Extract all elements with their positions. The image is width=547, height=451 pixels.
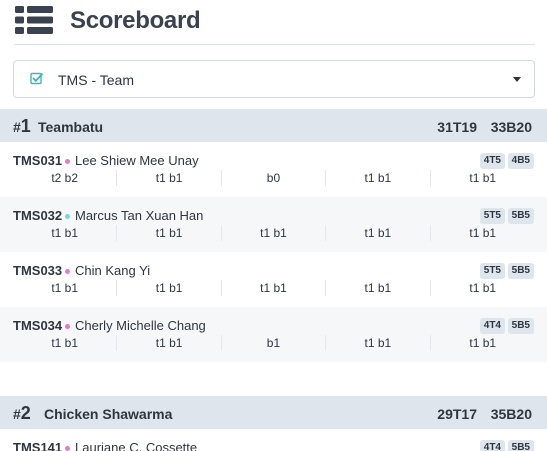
attempt-cell: t1 b1 — [222, 280, 327, 296]
gender-dot-icon — [65, 324, 70, 329]
app-header: Scoreboard — [0, 0, 547, 46]
team-rank: #2 — [13, 403, 31, 423]
attempt-cell: t1 b1 — [469, 226, 497, 240]
attempt-row: t1 b1 t1 b1 t1 b1 t1 b1 t1 b1 — [13, 225, 535, 241]
list-icon[interactable] — [15, 6, 53, 34]
gender-dot-icon — [65, 159, 70, 164]
gender-dot-icon — [65, 446, 70, 451]
attempt-cell: t1 b1 — [117, 225, 222, 241]
attempt-cell: b1 — [222, 335, 327, 351]
player-bonus-badge: 5B5 — [507, 440, 534, 451]
player-name: Chin Kang Yi — [75, 263, 151, 278]
attempt-cell: t1 b1 — [117, 170, 222, 186]
player-row[interactable]: TMS032 Marcus Tan Xuan Han 5T5 5B5 t1 b1… — [0, 197, 547, 252]
attempt-cell: t1 b1 — [117, 335, 222, 351]
player-id: TMS033 — [13, 263, 63, 278]
attempt-cell: t1 b1 — [117, 280, 222, 296]
attempt-row: t1 b1 t1 b1 b1 t1 b1 t1 b1 — [13, 335, 535, 351]
team-bonus-score: 35B20 — [490, 406, 532, 422]
player-name: Lauriane C. Cossette — [75, 440, 198, 451]
attempt-cell: t1 b1 — [326, 225, 431, 241]
team-header[interactable]: #1 Teambatu 31T19 33B20 — [0, 109, 547, 142]
attempt-cell: t1 b1 — [13, 225, 118, 241]
attempt-cell: t1 b1 — [222, 225, 327, 241]
attempt-cell: t1 b1 — [469, 281, 497, 295]
gender-dot-icon — [65, 214, 70, 219]
attempt-cell: t1 b1 — [13, 335, 118, 351]
player-tops-badge: 5T5 — [479, 263, 505, 279]
attempt-cell: t1 b1 — [13, 280, 118, 296]
category-select[interactable]: TMS - Team — [13, 60, 535, 98]
attempt-row: t2 b2 t1 b1 b0 t1 b1 t1 b1 — [13, 170, 535, 186]
player-row[interactable]: TMS031 Lee Shiew Mee Unay 4T5 4B5 t2 b2 … — [0, 142, 547, 197]
player-bonus-badge: 5B5 — [507, 208, 534, 224]
page-title: Scoreboard — [70, 7, 201, 34]
player-tops-badge: 5T5 — [479, 208, 505, 224]
attempt-cell: t1 b1 — [469, 336, 497, 350]
player-name: Cherly Michelle Chang — [75, 318, 206, 333]
attempt-row: t1 b1 t1 b1 t1 b1 t1 b1 t1 b1 — [13, 280, 535, 296]
player-name: Marcus Tan Xuan Han — [75, 208, 204, 223]
attempt-cell: t2 b2 — [13, 170, 118, 186]
attempt-cell: t1 b1 — [326, 335, 431, 351]
player-name: Lee Shiew Mee Unay — [75, 153, 199, 168]
team-tops-score: 31T19 — [437, 119, 477, 135]
player-bonus-badge: 5B5 — [507, 263, 534, 279]
player-tops-badge: 4T4 — [479, 318, 505, 334]
team-name: Chicken Shawarma — [44, 406, 173, 422]
player-row[interactable]: TMS033 Chin Kang Yi 5T5 5B5 t1 b1 t1 b1 … — [0, 252, 547, 307]
category-select-value: TMS - Team — [58, 72, 134, 88]
caret-down-icon — [513, 77, 521, 82]
player-row[interactable]: TMS034 Cherly Michelle Chang 4T4 5B5 t1 … — [0, 307, 547, 362]
team-rank: #1 — [13, 116, 31, 136]
player-tops-badge: 4T5 — [479, 153, 505, 169]
player-row[interactable]: TMS141 Lauriane C. Cossette 4T4 5B5 — [0, 429, 547, 451]
checkbox-checked-icon — [30, 72, 43, 85]
player-id: TMS031 — [13, 153, 63, 168]
player-id: TMS141 — [13, 440, 63, 451]
attempt-cell: b0 — [222, 170, 327, 186]
attempt-cell: t1 b1 — [326, 170, 431, 186]
team-header[interactable]: #2 Chicken Shawarma 29T17 35B20 — [0, 396, 547, 429]
attempt-cell: t1 b1 — [469, 171, 497, 185]
team-bonus-score: 33B20 — [490, 119, 532, 135]
player-tops-badge: 4T4 — [479, 440, 505, 451]
header-divider — [14, 44, 535, 45]
player-id: TMS032 — [13, 208, 63, 223]
attempt-cell: t1 b1 — [326, 280, 431, 296]
gender-dot-icon — [65, 269, 70, 274]
team-tops-score: 29T17 — [437, 406, 477, 422]
player-bonus-badge: 5B5 — [507, 318, 534, 334]
player-id: TMS034 — [13, 318, 63, 333]
team-name: Teambatu — [38, 119, 104, 135]
player-bonus-badge: 4B5 — [507, 153, 534, 169]
